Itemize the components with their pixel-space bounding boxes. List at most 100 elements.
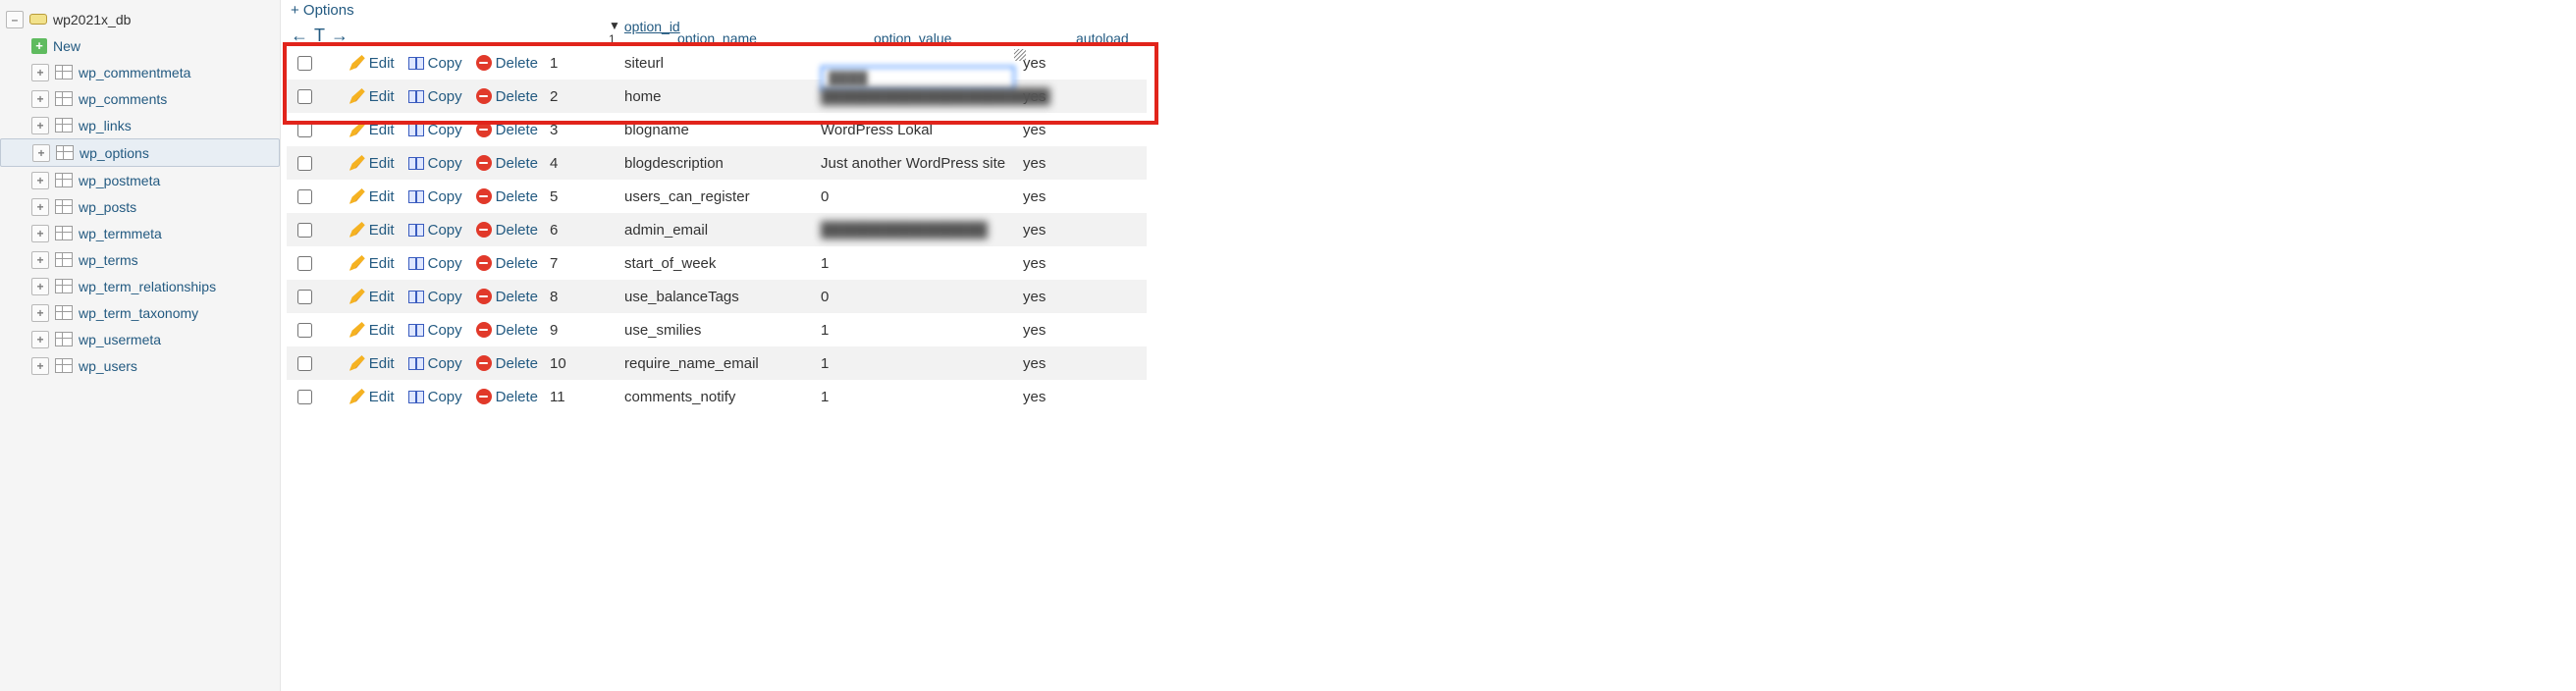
delete-link[interactable]: Delete: [476, 289, 538, 305]
cell-option-id[interactable]: 11: [546, 389, 624, 405]
cell-autoload[interactable]: yes: [1023, 155, 1094, 172]
delete-link[interactable]: Delete: [476, 155, 538, 172]
tree-expand-icon[interactable]: +: [31, 304, 49, 322]
delete-link[interactable]: Delete: [476, 122, 538, 138]
sidebar-table-wp_termmeta[interactable]: +wp_termmeta: [0, 220, 280, 246]
cell-option-value[interactable]: 1: [821, 255, 1023, 272]
row-checkbox[interactable]: [297, 256, 312, 271]
sidebar-table-wp_posts[interactable]: +wp_posts: [0, 193, 280, 220]
cell-autoload[interactable]: yes: [1023, 188, 1094, 205]
cell-option-id[interactable]: 6: [546, 222, 624, 239]
delete-link[interactable]: Delete: [476, 188, 538, 205]
cell-option-name[interactable]: start_of_week: [624, 255, 821, 272]
delete-link[interactable]: Delete: [476, 222, 538, 239]
cell-option-id[interactable]: 2: [546, 88, 624, 105]
cell-autoload[interactable]: yes: [1023, 389, 1094, 405]
tree-collapse-icon[interactable]: –: [6, 11, 24, 28]
tree-expand-icon[interactable]: +: [31, 251, 49, 269]
row-checkbox[interactable]: [297, 89, 312, 104]
cell-option-name[interactable]: blogname: [624, 122, 821, 138]
cell-option-id[interactable]: 1: [546, 55, 624, 72]
tree-expand-icon[interactable]: +: [31, 90, 49, 108]
edit-link[interactable]: Edit: [349, 255, 395, 272]
cell-option-value[interactable]: Just another WordPress site: [821, 155, 1023, 172]
edit-link[interactable]: Edit: [349, 188, 395, 205]
cell-option-id[interactable]: 9: [546, 322, 624, 339]
column-order-controls[interactable]: ← T →: [287, 26, 348, 46]
row-checkbox[interactable]: [297, 323, 312, 338]
edit-link[interactable]: Edit: [349, 55, 395, 72]
edit-link[interactable]: Edit: [349, 122, 395, 138]
row-checkbox[interactable]: [297, 390, 312, 404]
cell-option-name[interactable]: require_name_email: [624, 355, 821, 372]
edit-link[interactable]: Edit: [349, 322, 395, 339]
cell-option-id[interactable]: 10: [546, 355, 624, 372]
cell-option-value[interactable]: 0: [821, 289, 1023, 305]
cell-option-name[interactable]: use_balanceTags: [624, 289, 821, 305]
cell-option-id[interactable]: 3: [546, 122, 624, 138]
sidebar-table-wp_options[interactable]: +wp_options: [0, 138, 280, 167]
cell-option-name[interactable]: admin_email: [624, 222, 821, 239]
cell-autoload[interactable]: yes: [1023, 255, 1094, 272]
cell-option-name[interactable]: comments_notify: [624, 389, 821, 405]
delete-link[interactable]: Delete: [476, 389, 538, 405]
edit-link[interactable]: Edit: [349, 88, 395, 105]
options-toggle[interactable]: + Options: [287, 0, 1147, 23]
tree-expand-icon[interactable]: +: [31, 357, 49, 375]
row-checkbox[interactable]: [297, 156, 312, 171]
tree-expand-icon[interactable]: +: [31, 198, 49, 216]
delete-link[interactable]: Delete: [476, 88, 538, 105]
sidebar-new-table[interactable]: + New: [0, 32, 280, 59]
copy-link[interactable]: Copy: [408, 88, 462, 105]
row-checkbox[interactable]: [297, 223, 312, 238]
cell-autoload[interactable]: yes: [1023, 122, 1094, 138]
edit-link[interactable]: Edit: [349, 389, 395, 405]
tree-expand-icon[interactable]: +: [31, 172, 49, 189]
delete-link[interactable]: Delete: [476, 322, 538, 339]
col-option-name[interactable]: option_name: [677, 30, 874, 46]
cell-option-id[interactable]: 4: [546, 155, 624, 172]
cell-option-value[interactable]: 0: [821, 188, 1023, 205]
cell-autoload[interactable]: yes: [1023, 55, 1094, 72]
copy-link[interactable]: Copy: [408, 188, 462, 205]
cell-autoload[interactable]: yes: [1023, 322, 1094, 339]
sort-symbol[interactable]: T: [314, 26, 325, 46]
copy-link[interactable]: Copy: [408, 355, 462, 372]
arrow-left-icon[interactable]: ←: [291, 26, 308, 46]
copy-link[interactable]: Copy: [408, 155, 462, 172]
copy-link[interactable]: Copy: [408, 222, 462, 239]
cell-option-value[interactable]: WordPress Lokal: [821, 122, 1023, 138]
delete-link[interactable]: Delete: [476, 55, 538, 72]
sidebar-table-wp_comments[interactable]: +wp_comments: [0, 85, 280, 112]
edit-link[interactable]: Edit: [349, 155, 395, 172]
cell-option-value[interactable]: 1: [821, 355, 1023, 372]
cell-option-value[interactable]: 1: [821, 389, 1023, 405]
sidebar-table-wp_commentmeta[interactable]: +wp_commentmeta: [0, 59, 280, 85]
copy-link[interactable]: Copy: [408, 289, 462, 305]
cell-option-id[interactable]: 8: [546, 289, 624, 305]
arrow-right-icon[interactable]: →: [331, 26, 349, 46]
row-checkbox[interactable]: [297, 356, 312, 371]
copy-link[interactable]: Copy: [408, 389, 462, 405]
cell-autoload[interactable]: yes: [1023, 289, 1094, 305]
tree-expand-icon[interactable]: +: [31, 278, 49, 295]
cell-option-value[interactable]: ██████████████████████: [821, 88, 1023, 105]
delete-link[interactable]: Delete: [476, 355, 538, 372]
sidebar-table-wp_term_taxonomy[interactable]: +wp_term_taxonomy: [0, 299, 280, 326]
delete-link[interactable]: Delete: [476, 255, 538, 272]
edit-link[interactable]: Edit: [349, 355, 395, 372]
copy-link[interactable]: Copy: [408, 55, 462, 72]
cell-option-value[interactable]: 1: [821, 322, 1023, 339]
copy-link[interactable]: Copy: [408, 322, 462, 339]
col-option-id[interactable]: option_id: [624, 19, 680, 46]
tree-expand-icon[interactable]: +: [31, 225, 49, 242]
row-checkbox[interactable]: [297, 290, 312, 304]
edit-link[interactable]: Edit: [349, 222, 395, 239]
cell-option-value[interactable]: ████████████████: [821, 222, 1023, 239]
cell-option-name[interactable]: users_can_register: [624, 188, 821, 205]
tree-expand-icon[interactable]: +: [31, 64, 49, 81]
tree-expand-icon[interactable]: +: [31, 117, 49, 134]
cell-option-name[interactable]: siteurl: [624, 55, 821, 72]
cell-option-name[interactable]: use_smilies: [624, 322, 821, 339]
sidebar-table-wp_term_relationships[interactable]: +wp_term_relationships: [0, 273, 280, 299]
